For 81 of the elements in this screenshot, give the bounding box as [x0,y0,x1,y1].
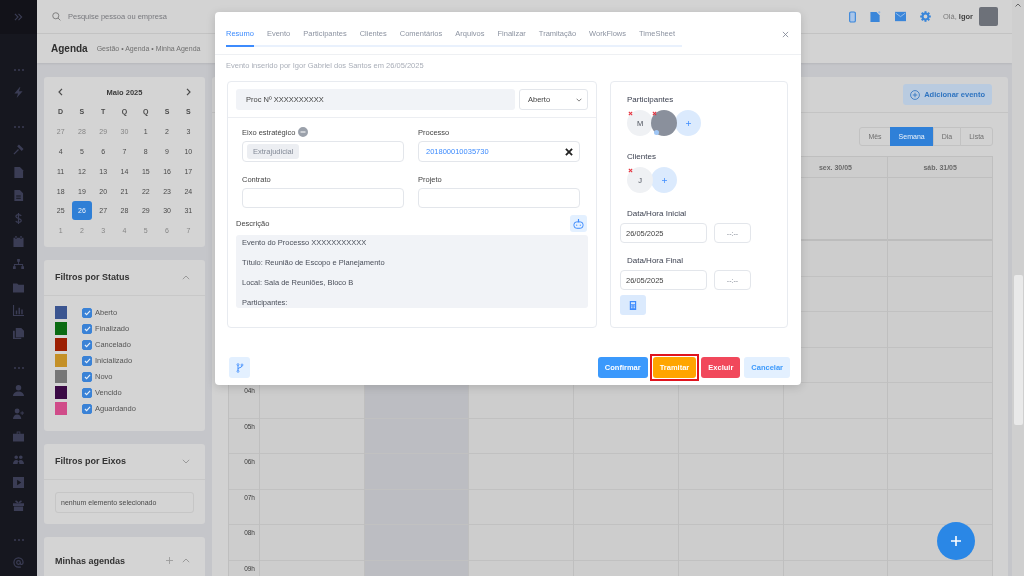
remove-icon[interactable] [628,111,633,116]
chevron-up-icon[interactable] [182,558,190,564]
checkbox[interactable] [82,403,92,414]
more-icon [13,68,24,71]
file-icon[interactable] [870,11,881,22]
section-label: Data/Hora Inicial [627,209,687,219]
check-icon [83,389,91,396]
gift-icon[interactable] [13,500,24,511]
calculator-icon [629,300,637,310]
input-field[interactable] [418,188,580,208]
chevron-right-icon[interactable] [186,88,191,96]
checkbox[interactable] [82,339,92,350]
calculator-button[interactable] [620,295,646,315]
briefcase-icon[interactable] [13,431,24,442]
close-icon[interactable] [782,31,789,38]
plus-circle-icon [910,89,921,100]
plus-icon [661,177,667,183]
check-icon [83,309,91,316]
photo-placeholder[interactable] [651,110,677,136]
lightning-icon[interactable] [13,87,24,98]
hierarchy-icon[interactable] [13,259,24,270]
input-field[interactable] [242,188,404,208]
expand-icon[interactable] [14,13,23,21]
plus-icon [685,120,691,126]
dollar-icon[interactable] [13,213,24,224]
card-title: Filtros por Status [55,272,130,283]
assistant-button[interactable] [570,215,587,232]
caret-icon [576,97,582,102]
check-icon [83,405,91,412]
users-icon[interactable] [13,454,24,465]
check-icon [83,373,91,380]
user-icon[interactable] [13,385,24,396]
calendar-icon[interactable] [13,236,24,247]
bar-chart-icon[interactable] [13,305,24,316]
remove-icon[interactable] [628,168,633,173]
robot-icon [573,218,584,229]
checkbox[interactable] [82,371,92,382]
document-icon[interactable] [13,190,24,201]
badge-icon [654,130,659,135]
card-title: Filtros por Eixos [55,456,126,467]
check-icon [83,357,91,364]
gavel-icon[interactable] [13,144,24,155]
play-icon[interactable] [13,477,24,488]
add-client-button[interactable] [651,167,677,193]
more-icon [13,538,24,541]
add-participant-button[interactable] [675,110,701,136]
chevron-up-icon[interactable] [182,274,190,280]
chevron-down-icon[interactable] [182,458,190,464]
section-label: Data/Hora Final [627,256,684,266]
more-icon [13,125,24,128]
chevron-left-icon[interactable] [58,88,63,96]
branch-icon [235,362,244,373]
section-label: Clientes [627,152,656,162]
clear-icon[interactable] [565,147,573,156]
page-title: Agenda [51,43,88,54]
scrollbar-thumb[interactable] [1013,275,1023,425]
workflow-button[interactable] [229,357,250,378]
folder-icon[interactable] [13,282,24,293]
scroll-up-icon[interactable] [1015,3,1021,7]
settings-icon[interactable] [920,11,931,22]
document-icon[interactable] [13,167,24,178]
phone-icon[interactable] [849,10,856,23]
scrollbar[interactable] [1012,0,1024,576]
section-label: Participantes [627,95,674,105]
copy-icon[interactable] [13,328,24,339]
more-icon [13,366,24,369]
checkbox[interactable] [82,307,92,318]
remove-icon[interactable] [652,111,657,116]
mail-icon[interactable] [895,11,906,22]
card-title: Minhas agendas [55,555,126,566]
plus-icon [951,536,961,546]
plus-icon[interactable] [166,557,173,565]
user-avatar-placeholder[interactable] [979,7,998,26]
at-icon[interactable] [13,557,24,568]
check-icon [83,325,91,332]
add-user-icon[interactable] [13,408,24,419]
checkbox[interactable] [82,355,92,366]
checkbox[interactable] [82,323,92,334]
search-icon [52,12,61,21]
check-icon [83,341,91,348]
checkbox[interactable] [82,387,92,398]
